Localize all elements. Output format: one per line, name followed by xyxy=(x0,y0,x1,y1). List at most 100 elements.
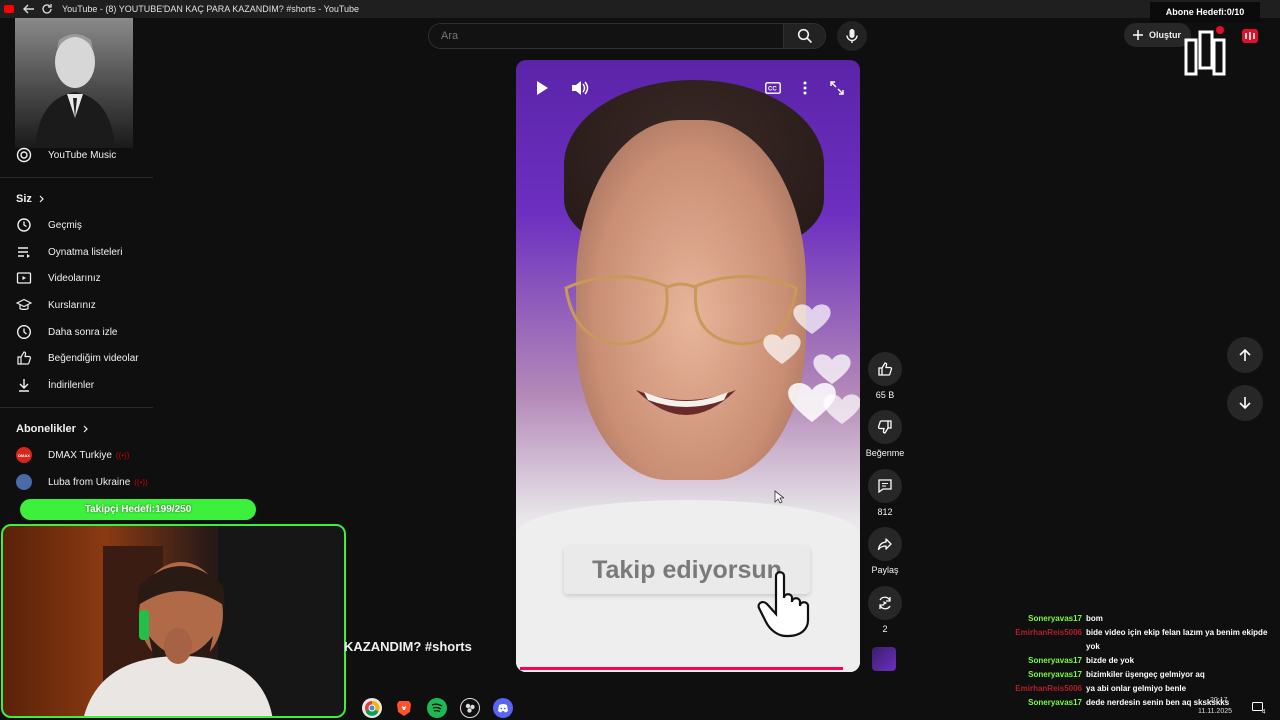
like-count: 65 B xyxy=(875,390,895,400)
chat-text: bizde de yok xyxy=(1086,656,1135,665)
chat-message: Soneryavas17 bizimkiler üşengeç gelmiyor… xyxy=(1010,668,1270,682)
sound-thumbnail[interactable] xyxy=(872,647,896,671)
sidebar-divider xyxy=(0,177,153,178)
more-vert-icon xyxy=(803,81,807,95)
dislike-label: Beğenme xyxy=(865,448,905,458)
sidebar-item-liked-videos[interactable]: Beğendiğim videolar xyxy=(16,346,139,370)
chat-message: Soneryavas17 bom xyxy=(1010,612,1270,626)
playlist-icon xyxy=(16,244,32,260)
portrait-image xyxy=(15,18,133,148)
dislike-button[interactable] xyxy=(868,410,902,444)
section-heading: Siz xyxy=(16,193,32,205)
chat-username: EmirhanReis5006 xyxy=(1015,628,1082,637)
taskbar-date: 11.11.2025 xyxy=(1198,708,1232,715)
youtube-music-icon xyxy=(16,147,32,163)
channel-avatar xyxy=(16,474,32,490)
obs-taskbar-icon[interactable] xyxy=(460,698,480,718)
sidebar-item-label: Geçmiş xyxy=(48,219,82,231)
sidebar-divider xyxy=(0,407,153,408)
like-action[interactable]: 65 B xyxy=(865,352,905,400)
svg-text:CC: CC xyxy=(768,87,777,93)
fullscreen-button[interactable] xyxy=(825,76,849,100)
chat-message: EmirhanReis5006 bide video için ekip fel… xyxy=(1010,626,1270,654)
sidebar-section-subscriptions[interactable]: Abonelikler xyxy=(16,423,90,435)
sidebar-item-youtube-music[interactable]: YouTube Music xyxy=(16,143,116,167)
video-title[interactable]: KAZANDIM? #shorts xyxy=(344,639,472,654)
section-heading: Abonelikler xyxy=(16,423,76,435)
sidebar-item-downloads[interactable]: İndirilenler xyxy=(16,373,94,397)
sidebar-item-watch-later[interactable]: Daha sonra izle xyxy=(16,320,117,344)
live-indicator-icon: ((•)) xyxy=(115,450,130,460)
sidebar-item-playlists[interactable]: Oynatma listeleri xyxy=(16,240,122,264)
next-short-button[interactable] xyxy=(1227,385,1263,421)
volume-button[interactable] xyxy=(568,76,592,100)
arrow-down-icon xyxy=(1239,397,1251,410)
sidebar-channel-luba[interactable]: Luba from Ukraine ((•)) xyxy=(16,470,148,494)
create-label: Oluştur xyxy=(1149,30,1182,40)
more-options-button[interactable] xyxy=(793,76,817,100)
history-icon xyxy=(16,217,32,233)
chat-text: bide video için ekip felan lazım ya beni… xyxy=(1086,628,1268,651)
arrow-up-icon xyxy=(1239,348,1251,361)
chat-message: EmirhanReis5006 ya abi onlar gelmiyo ben… xyxy=(1010,682,1270,696)
like-button[interactable] xyxy=(868,352,902,386)
spotify-taskbar-icon[interactable] xyxy=(427,698,447,718)
video-frame-mouth xyxy=(636,390,736,415)
search-input[interactable] xyxy=(429,24,783,48)
video-progress-bar[interactable] xyxy=(520,667,843,670)
remix-count: 2 xyxy=(882,624,888,634)
captions-icon: CC xyxy=(765,82,781,94)
sidebar-item-courses[interactable]: Kurslarınız xyxy=(16,293,96,317)
remix-button[interactable] xyxy=(868,586,902,620)
watch-later-icon xyxy=(16,324,32,340)
discord-taskbar-icon[interactable] xyxy=(493,698,513,718)
thumbs-up-icon xyxy=(878,362,893,376)
sidebar-item-history[interactable]: Geçmiş xyxy=(16,213,82,237)
previous-short-button[interactable] xyxy=(1227,337,1263,373)
brave-taskbar-icon[interactable] xyxy=(394,698,414,718)
courses-icon xyxy=(16,297,32,313)
sidebar-item-your-videos[interactable]: Videolarınız xyxy=(16,266,101,290)
streamer-logo xyxy=(1184,26,1228,76)
sidebar-item-label: Oynatma listeleri xyxy=(48,246,123,258)
window-title: YouTube - (8) YOUTUBE'DAN KAÇ PARA KAZAN… xyxy=(62,4,360,14)
search-icon xyxy=(797,28,812,44)
subscriber-goal-overlay: Abone Hedefi:0/10 xyxy=(1150,2,1260,22)
notification-logo-icon[interactable] xyxy=(1240,26,1260,46)
captions-button[interactable]: CC xyxy=(761,76,785,100)
comment-icon xyxy=(878,479,892,494)
youtube-favicon-icon xyxy=(4,5,14,13)
share-action[interactable]: Paylaş xyxy=(865,527,905,575)
notification-center-icon[interactable]: 4 xyxy=(1252,702,1266,716)
chrome-taskbar-icon[interactable] xyxy=(362,698,382,718)
channel-name: Luba from Ukraine xyxy=(48,476,131,488)
sidebar-item-label: Kurslarınız xyxy=(48,299,96,311)
your-videos-icon xyxy=(16,270,32,286)
comments-action[interactable]: 812 xyxy=(865,469,905,517)
chat-text: ya abi onlar gelmiyo benle xyxy=(1086,684,1187,693)
live-indicator-icon: ((•)) xyxy=(134,477,148,487)
create-button[interactable]: Oluştur xyxy=(1124,23,1192,47)
reload-icon[interactable] xyxy=(40,2,54,16)
dislike-action[interactable]: Beğenme xyxy=(865,410,905,458)
share-button[interactable] xyxy=(868,527,902,561)
microphone-icon xyxy=(846,29,858,43)
comments-button[interactable] xyxy=(868,469,902,503)
window-titlebar: YouTube - (8) YOUTUBE'DAN KAÇ PARA KAZAN… xyxy=(0,0,1280,18)
mouse-cursor-icon xyxy=(774,490,784,504)
back-arrow-icon[interactable] xyxy=(22,2,36,16)
voice-search-button[interactable] xyxy=(837,21,867,51)
search-bar[interactable] xyxy=(428,23,826,49)
sidebar-section-you[interactable]: Siz xyxy=(16,193,46,205)
channel-name: DMAX Turkiye xyxy=(48,449,112,461)
remix-action[interactable]: 2 xyxy=(865,586,905,634)
chevron-right-icon xyxy=(39,195,44,203)
thumbs-down-icon xyxy=(877,420,892,434)
play-button[interactable] xyxy=(530,76,554,100)
sidebar-channel-dmax[interactable]: DMAX DMAX Turkiye ((•)) xyxy=(16,443,129,467)
shorts-player[interactable]: CC Takip ediyorsun xyxy=(516,60,860,672)
hand-pointer-icon xyxy=(757,571,810,638)
search-button[interactable] xyxy=(783,24,825,48)
taskbar-time: 20:17 xyxy=(1210,697,1228,704)
chat-message: Soneryavas17 bizde de yok xyxy=(1010,654,1270,668)
